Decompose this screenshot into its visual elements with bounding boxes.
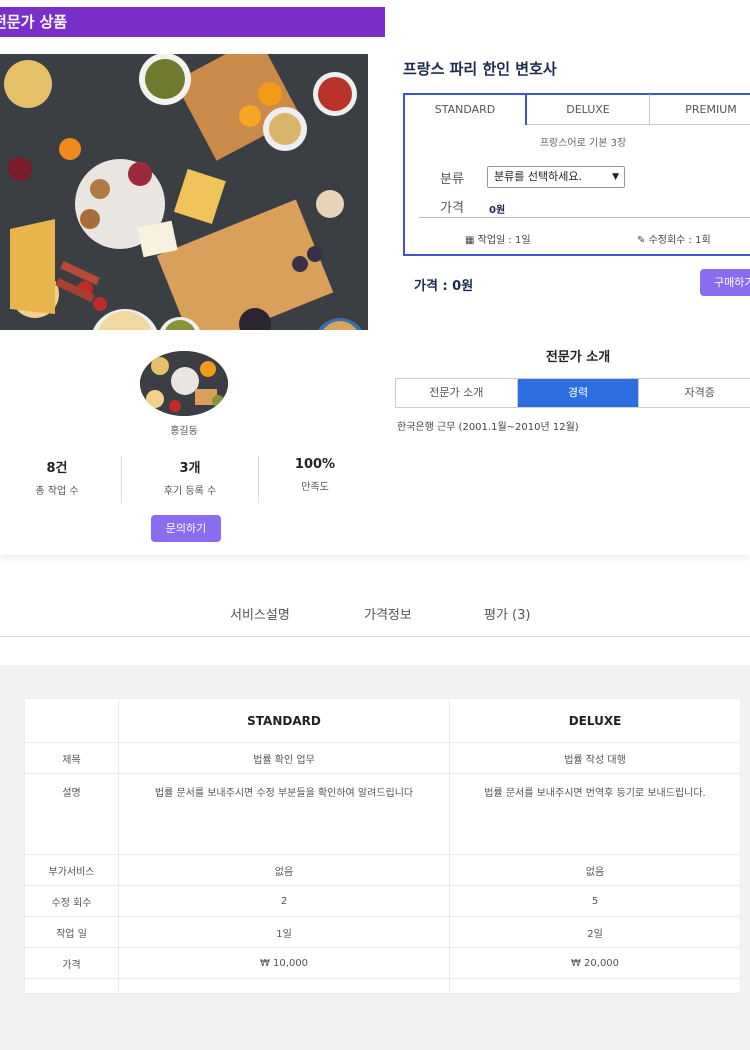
divider (419, 217, 750, 218)
total-price: 가격 : 0원 (414, 279, 474, 294)
tab-expert-intro[interactable]: 전문가 소개 (396, 379, 518, 407)
pencil-icon: ✎ (637, 235, 646, 246)
section-title-text: 전문가 상품 (0, 13, 68, 31)
pricing-section: STANDARD DELUXE 제목 법률 확인 업무 법률 작성 대행 설명 … (0, 665, 750, 1050)
expert-name: 홍길동 (170, 426, 198, 437)
table-row: 설명 법률 문서를 보내주시면 수정 부분들을 확인하여 알려드립니다 법률 문… (24, 773, 741, 855)
table-cell: 5 (449, 885, 741, 917)
stat-label: 후기 등록 수 (163, 486, 217, 497)
stat-value: 3개 (179, 461, 201, 476)
avatar (140, 351, 228, 416)
work-days-text: 작업일 : 1일 (477, 235, 531, 246)
row-label: 작업 일 (24, 916, 119, 948)
package-panel: STANDARD DELUXE PREMIUM 프랑스어로 기본 3장 분류 분… (403, 93, 750, 256)
tab-premium[interactable]: PREMIUM (650, 93, 750, 125)
row-label: 수정 회수 (24, 885, 119, 917)
tab-career[interactable]: 경력 (517, 379, 640, 407)
stat-reviews: 3개 후기 등록 수 (130, 457, 250, 497)
table-row: 제목 법률 확인 업무 법률 작성 대행 (24, 742, 741, 774)
expert-card: 홍길동 8건 총 작업 수 3개 후기 등록 수 100% 만족도 문의하기 전… (0, 330, 750, 555)
revisions-text: 수정회수 : 1회 (648, 235, 711, 246)
stat-satisfaction: 100% 만족도 (255, 457, 375, 493)
pricing-table: STANDARD DELUXE 제목 법률 확인 업무 법률 작성 대행 설명 … (24, 698, 741, 994)
career-text: 한국은행 근무 (2001.1월~2010년 12월) (397, 422, 579, 433)
category-select-value: 분류를 선택하세요. (494, 170, 582, 183)
package-subtitle: 프랑스어로 기본 3장 (539, 138, 627, 149)
table-cell: 없음 (118, 854, 450, 886)
stat-label: 만족도 (301, 482, 329, 493)
work-days: ▦ 작업일 : 1일 (465, 231, 531, 246)
revisions: ✎ 수정회수 : 1회 (637, 231, 711, 246)
tab-reviews[interactable]: 평가 (3) (484, 604, 530, 623)
divider (121, 456, 122, 503)
table-cell: 1일 (118, 916, 450, 948)
table-cell: ₩ 20,000 (449, 947, 741, 979)
column-header-standard: STANDARD (118, 698, 450, 743)
buy-button[interactable]: 구매하기 (700, 269, 750, 296)
table-row: 작업 일 1일 2일 (24, 916, 741, 948)
tab-price-info[interactable]: 가격정보 (364, 604, 412, 623)
detail-nav: 서비스설명 가격정보 평가 (3) (0, 590, 750, 637)
category-label: 분류 (440, 172, 464, 187)
table-cell (118, 978, 450, 994)
calendar-icon: ▦ (465, 235, 475, 246)
stat-label: 총 작업 수 (35, 486, 79, 497)
table-cell (24, 978, 119, 994)
table-cell: 법률 문서를 보내주시면 수정 부분들을 확인하여 알려드립니다 (118, 773, 450, 855)
row-label: 제목 (24, 742, 119, 774)
column-header-deluxe: DELUXE (449, 698, 741, 743)
price-value: 0원 (489, 205, 506, 216)
intro-tabs: 전문가 소개 경력 자격증 (395, 378, 750, 408)
stat-value: 8건 (46, 461, 68, 476)
row-label: 가격 (24, 947, 119, 979)
product-title: 프랑스 파리 한인 변호사 (403, 60, 557, 78)
table-cell: 법률 작성 대행 (449, 742, 741, 774)
table-cell: 없음 (449, 854, 741, 886)
stat-value: 100% (294, 457, 336, 472)
tab-certificates[interactable]: 자격증 (639, 379, 750, 407)
product-image (0, 54, 368, 330)
table-cell: 법률 확인 업무 (118, 742, 450, 774)
table-cell: 2 (118, 885, 450, 917)
table-corner (24, 698, 119, 743)
table-row: 부가서비스 없음 없음 (24, 854, 741, 886)
table-cell: 2일 (449, 916, 741, 948)
package-tabs: STANDARD DELUXE PREMIUM (403, 93, 750, 125)
tab-deluxe[interactable]: DELUXE (527, 93, 650, 125)
section-title: 전문가 상품 (0, 7, 385, 37)
table-cell (449, 978, 741, 994)
tab-standard[interactable]: STANDARD (403, 93, 527, 125)
chevron-down-icon: ▼ (612, 172, 619, 182)
table-row (24, 978, 741, 994)
table-row: 가격 ₩ 10,000 ₩ 20,000 (24, 947, 741, 979)
price-label: 가격 (440, 201, 464, 216)
intro-title: 전문가 소개 (545, 350, 611, 365)
stat-total-work: 8건 총 작업 수 (0, 457, 117, 497)
table-cell: ₩ 10,000 (118, 947, 450, 979)
contact-button[interactable]: 문의하기 (151, 515, 221, 542)
table-row: 수정 회수 2 5 (24, 885, 741, 917)
table-cell: 법률 문서를 보내주시면 번역후 등기로 보내드립니다. (449, 773, 741, 855)
tab-service-description[interactable]: 서비스설명 (230, 604, 290, 623)
category-select[interactable]: 분류를 선택하세요. ▼ (487, 166, 625, 188)
row-label: 설명 (24, 773, 119, 855)
row-label: 부가서비스 (24, 854, 119, 886)
